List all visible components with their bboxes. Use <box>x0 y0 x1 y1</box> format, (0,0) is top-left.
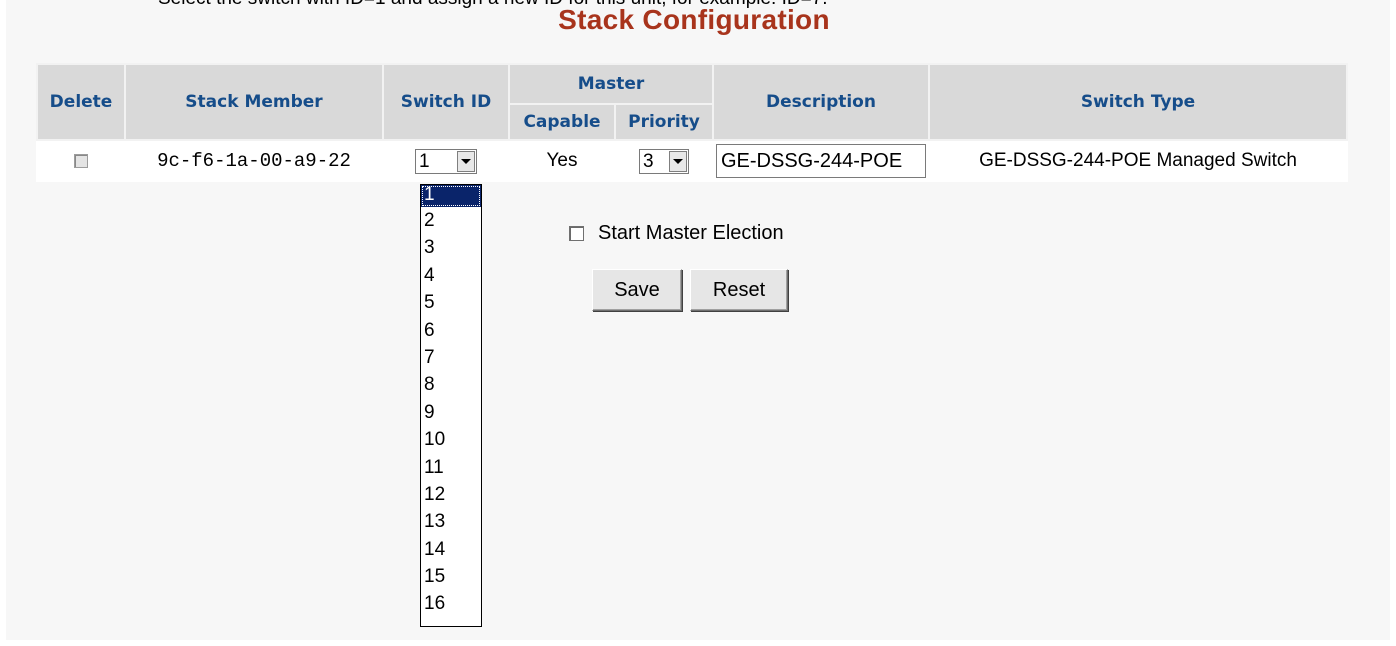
save-button[interactable]: Save <box>592 269 682 311</box>
delete-checkbox[interactable] <box>74 153 88 168</box>
header-switch-type: Switch Type <box>928 63 1348 141</box>
switch-id-select[interactable]: 1 <box>415 148 477 174</box>
start-master-election-label: Start Master Election <box>598 222 784 244</box>
switch-id-option[interactable]: 15 <box>421 563 481 590</box>
header-master: Master <box>508 63 714 105</box>
switch-id-value: 1 <box>419 150 430 172</box>
capable-value: Yes <box>508 139 616 182</box>
priority-select[interactable]: 3 <box>639 148 689 174</box>
header-description: Description <box>712 63 930 141</box>
page-title: Stack Configuration <box>558 4 830 35</box>
switch-id-option[interactable]: 3 <box>421 234 481 261</box>
master-election-row: Start Master Election <box>569 222 784 245</box>
switch-id-option[interactable]: 9 <box>421 399 481 426</box>
table-row: 9c-f6-1a-00-a9-22 1 Yes 3 GE-DSSG-244-PO… <box>36 139 1348 182</box>
switch-id-option[interactable]: 14 <box>421 536 481 563</box>
switch-type-value: GE-DSSG-244-POE Managed Switch <box>928 139 1348 182</box>
description-cell: GE-DSSG-244-POE <box>712 139 930 182</box>
chevron-down-icon[interactable] <box>457 150 475 172</box>
description-input[interactable]: GE-DSSG-244-POE <box>716 144 926 178</box>
switch-id-option[interactable]: 10 <box>421 426 481 453</box>
switch-id-cell: 1 <box>382 139 510 182</box>
reset-button[interactable]: Reset <box>690 269 788 311</box>
switch-id-option[interactable]: 13 <box>421 508 481 535</box>
stack-member-mac: 9c-f6-1a-00-a9-22 <box>124 139 384 182</box>
switch-id-option[interactable]: 5 <box>421 289 481 316</box>
switch-id-option[interactable]: 7 <box>421 344 481 371</box>
stack-table: Delete Stack Member Switch ID Master Des… <box>36 63 1348 182</box>
priority-cell: 3 <box>614 139 714 182</box>
switch-id-option[interactable]: 16 <box>421 590 481 617</box>
switch-id-option[interactable]: 2 <box>421 207 481 234</box>
switch-id-dropdown-list[interactable]: 1 2 3 4 5 6 7 8 9 10 11 12 13 14 15 16 <box>420 184 482 627</box>
chevron-down-icon[interactable] <box>669 150 687 172</box>
switch-id-option[interactable]: 8 <box>421 371 481 398</box>
priority-value: 3 <box>643 150 654 172</box>
header-delete: Delete <box>36 63 126 141</box>
delete-cell <box>36 139 126 182</box>
header-stack-member: Stack Member <box>124 63 384 141</box>
switch-id-option[interactable]: 12 <box>421 481 481 508</box>
switch-id-option[interactable]: 6 <box>421 317 481 344</box>
header-switch-id: Switch ID <box>382 63 510 141</box>
header-priority: Priority <box>614 103 714 141</box>
switch-id-option[interactable]: 1 <box>421 185 481 207</box>
header-capable: Capable <box>508 103 616 141</box>
screen: Select the switch with ID=1 and assign a… <box>0 0 1396 646</box>
start-master-election-checkbox[interactable] <box>569 226 584 241</box>
main-content: Select the switch with ID=1 and assign a… <box>6 0 1390 640</box>
switch-id-option[interactable]: 4 <box>421 262 481 289</box>
switch-id-option[interactable]: 11 <box>421 454 481 481</box>
